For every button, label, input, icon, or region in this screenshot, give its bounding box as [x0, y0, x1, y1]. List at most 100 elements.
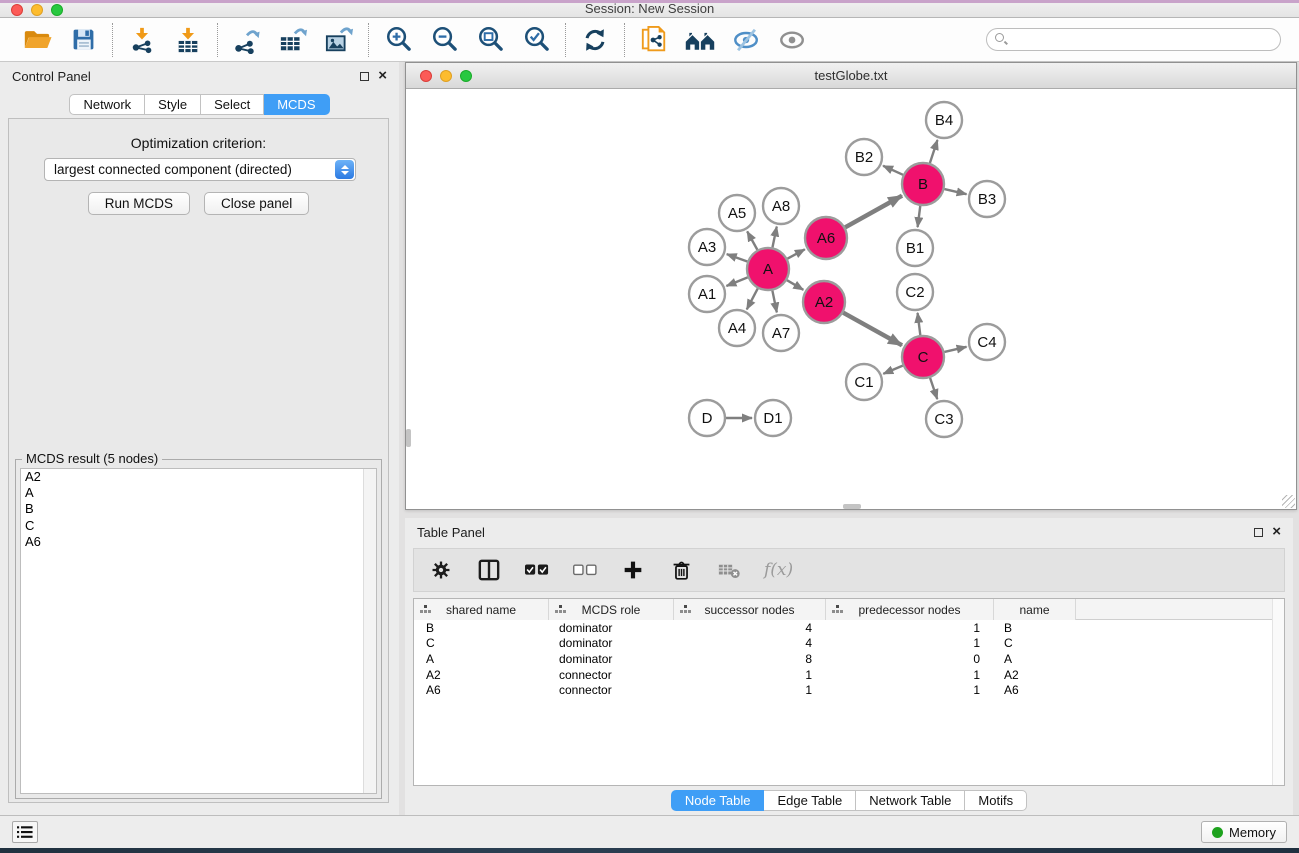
import-table-button[interactable]: [172, 24, 204, 56]
tab-edge-table[interactable]: Edge Table: [764, 790, 856, 811]
table-cell[interactable]: 1: [674, 682, 826, 698]
node-A6[interactable]: A6: [805, 217, 847, 259]
edge-A2-C[interactable]: [843, 313, 902, 346]
refresh-button[interactable]: [579, 24, 611, 56]
table-cell[interactable]: connector: [549, 682, 674, 698]
table-scrollbar[interactable]: [1272, 599, 1284, 785]
float-table-panel-icon[interactable]: [1254, 528, 1263, 537]
export-network-button[interactable]: [231, 24, 263, 56]
zoom-out-button[interactable]: [428, 24, 460, 56]
table-cell[interactable]: 1: [674, 667, 826, 683]
node-A7[interactable]: A7: [763, 315, 799, 351]
hide-graphics-details-button[interactable]: [730, 24, 762, 56]
minimize-window-button[interactable]: [31, 4, 43, 16]
deselect-all-button[interactable]: [572, 557, 598, 583]
table-cell[interactable]: 1: [826, 620, 994, 636]
column-header-predecessor-nodes[interactable]: predecessor nodes: [826, 599, 994, 620]
function-builder-button[interactable]: f(x): [764, 560, 793, 580]
table-cell[interactable]: dominator: [549, 651, 674, 667]
show-column-button[interactable]: [476, 557, 502, 583]
float-panel-icon[interactable]: [360, 72, 369, 81]
horizontal-scrollbar-thumb[interactable]: [843, 504, 861, 509]
edge-C-C1[interactable]: [883, 366, 902, 374]
node-table[interactable]: shared nameMCDS rolesuccessor nodesprede…: [413, 598, 1285, 786]
vertical-scrollbar-thumb[interactable]: [406, 429, 411, 447]
table-cell[interactable]: 1: [826, 682, 994, 698]
delete-table-button[interactable]: [716, 557, 742, 583]
minimize-network-window-button[interactable]: [440, 70, 452, 82]
zoom-network-window-button[interactable]: [460, 70, 472, 82]
table-cell[interactable]: B: [994, 620, 1076, 636]
home-button[interactable]: [684, 24, 716, 56]
edge-A-A2[interactable]: [787, 280, 803, 290]
tab-select[interactable]: Select: [201, 94, 264, 115]
table-cell[interactable]: A2: [414, 667, 549, 683]
column-header-successor-nodes[interactable]: successor nodes: [674, 599, 826, 620]
delete-column-button[interactable]: [668, 557, 694, 583]
table-cell[interactable]: 0: [826, 651, 994, 667]
node-B1[interactable]: B1: [897, 230, 933, 266]
close-table-panel-icon[interactable]: ×: [1272, 527, 1281, 537]
edge-A-A6[interactable]: [787, 249, 804, 258]
zoom-fit-button[interactable]: [474, 24, 506, 56]
table-row[interactable]: A2connector11A2: [414, 667, 1284, 683]
node-B4[interactable]: B4: [926, 102, 962, 138]
create-column-button[interactable]: [620, 557, 646, 583]
mcds-result-item[interactable]: B: [21, 501, 376, 517]
close-panel-icon[interactable]: ×: [378, 71, 387, 81]
import-network-button[interactable]: [126, 24, 158, 56]
table-cell[interactable]: A6: [414, 682, 549, 698]
zoom-in-button[interactable]: [382, 24, 414, 56]
node-A[interactable]: A: [747, 248, 789, 290]
column-header-shared-name[interactable]: shared name: [414, 599, 549, 620]
zoom-window-button[interactable]: [51, 4, 63, 16]
node-A4[interactable]: A4: [719, 310, 755, 346]
table-cell[interactable]: A: [414, 651, 549, 667]
node-A3[interactable]: A3: [689, 229, 725, 265]
table-row[interactable]: Cdominator41C: [414, 636, 1284, 652]
edge-A-A8[interactable]: [772, 227, 776, 248]
node-D1[interactable]: D1: [755, 400, 791, 436]
network-graph[interactable]: AA1A2A3A4A5A6A7A8BB1B2B3B4CC1C2C3C4DD1: [406, 89, 1296, 509]
table-cell[interactable]: 1: [826, 636, 994, 652]
edge-A-A4[interactable]: [747, 288, 758, 309]
table-cell[interactable]: A: [994, 651, 1076, 667]
edge-A-A1[interactable]: [726, 277, 747, 286]
table-cell[interactable]: dominator: [549, 620, 674, 636]
list-scrollbar[interactable]: [363, 469, 376, 793]
node-C2[interactable]: C2: [897, 274, 933, 310]
tab-node-table[interactable]: Node Table: [671, 790, 765, 811]
mcds-result-list[interactable]: A2ABCA6: [20, 468, 377, 794]
table-cell[interactable]: B: [414, 620, 549, 636]
run-mcds-button[interactable]: Run MCDS: [88, 192, 190, 215]
export-image-button[interactable]: [323, 24, 355, 56]
node-A2[interactable]: A2: [803, 281, 845, 323]
network-canvas[interactable]: AA1A2A3A4A5A6A7A8BB1B2B3B4CC1C2C3C4DD1: [406, 89, 1296, 509]
node-C4[interactable]: C4: [969, 324, 1005, 360]
table-cell[interactable]: 4: [674, 620, 826, 636]
edge-C-C3[interactable]: [930, 378, 937, 399]
table-cell[interactable]: connector: [549, 667, 674, 683]
node-B3[interactable]: B3: [969, 181, 1005, 217]
tab-mcds[interactable]: MCDS: [264, 94, 329, 115]
edge-A-A5[interactable]: [747, 231, 757, 249]
edge-B-B4[interactable]: [930, 140, 938, 163]
optimization-criterion-select[interactable]: largest connected component (directed): [44, 158, 356, 181]
node-B[interactable]: B: [902, 163, 944, 205]
table-row[interactable]: A6connector11A6: [414, 682, 1284, 698]
network-from-file-button[interactable]: [638, 24, 670, 56]
select-all-button[interactable]: [524, 557, 550, 583]
edge-A-A7[interactable]: [772, 291, 776, 313]
node-A8[interactable]: A8: [763, 188, 799, 224]
table-cell[interactable]: 4: [674, 636, 826, 652]
mcds-result-item[interactable]: A6: [21, 534, 376, 550]
memory-button[interactable]: Memory: [1201, 821, 1287, 843]
table-settings-button[interactable]: [428, 557, 454, 583]
tab-style[interactable]: Style: [145, 94, 201, 115]
close-panel-button[interactable]: Close panel: [204, 192, 309, 215]
edge-B-B3[interactable]: [944, 189, 966, 194]
node-A5[interactable]: A5: [719, 195, 755, 231]
search-input[interactable]: [986, 28, 1281, 51]
show-view-button[interactable]: [776, 24, 808, 56]
edge-A6-B[interactable]: [845, 196, 902, 228]
